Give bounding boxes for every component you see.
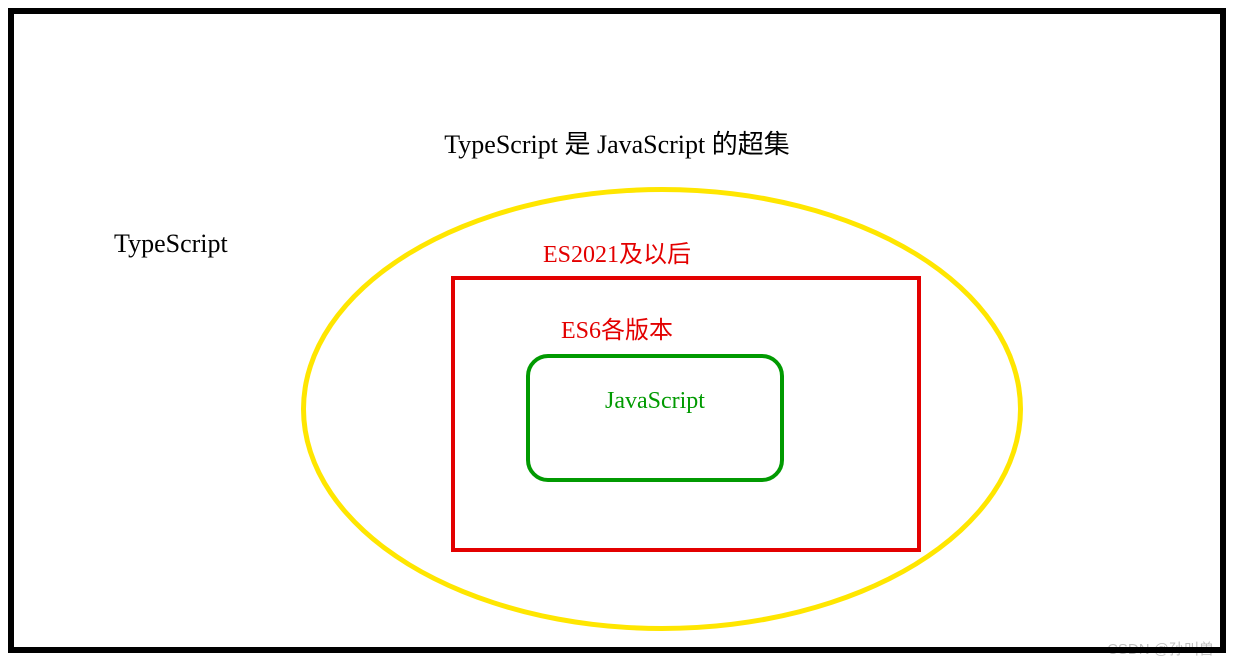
- outer-frame: TypeScript 是 JavaScript 的超集 TypeScript E…: [8, 8, 1226, 653]
- es6-label: ES6各版本: [14, 310, 1220, 345]
- es2021-label: ES2021及以后: [14, 234, 1220, 269]
- javascript-label: JavaScript: [526, 388, 784, 415]
- diagram-title: TypeScript 是 JavaScript 的超集: [14, 124, 1220, 161]
- javascript-rectangle: [526, 354, 784, 482]
- watermark-text: CSDN @孙叫兽: [1107, 638, 1214, 659]
